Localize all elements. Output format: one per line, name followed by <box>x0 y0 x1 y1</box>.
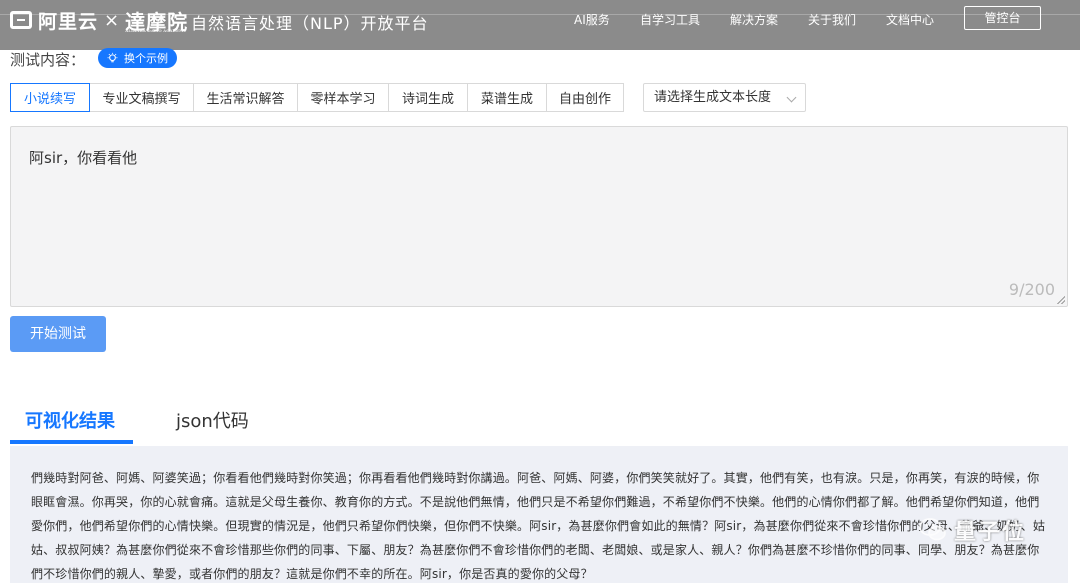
tab-recipe[interactable]: 菜谱生成 <box>467 83 547 112</box>
tab-life-qa[interactable]: 生活常识解答 <box>193 83 298 112</box>
logo[interactable]: 阿里云 × 達摩院 ALIBABA DAMO ACADEMY <box>10 6 188 35</box>
platform-title: 自然语言处理（NLP）开放平台 <box>191 14 429 33</box>
char-counter: 9/200 <box>1008 280 1055 299</box>
change-example-label: 换个示例 <box>124 52 168 65</box>
watermark: 量子位 <box>918 510 1048 550</box>
nav-ai-services[interactable]: AI服务 <box>574 11 610 28</box>
tab-zero-shot[interactable]: 零样本学习 <box>297 83 389 112</box>
brand-times: × <box>104 9 120 31</box>
top-header: 阿里云 × 達摩院 ALIBABA DAMO ACADEMY 自然语言处理（NL… <box>0 0 1080 50</box>
tab-free-creation[interactable]: 自由创作 <box>546 83 624 112</box>
text-length-placeholder: 请选择生成文本长度 <box>654 90 772 105</box>
test-content-label: 测试内容： <box>10 51 86 69</box>
watermark-text: 量子位 <box>954 520 1027 545</box>
console-button[interactable]: 管控台 <box>964 6 1041 30</box>
resize-handle-icon[interactable] <box>1057 296 1065 304</box>
lightbulb-icon <box>107 52 118 62</box>
start-test-button[interactable]: 开始测试 <box>10 316 106 352</box>
text-length-select[interactable]: 请选择生成文本长度 <box>643 83 806 112</box>
generated-text: 們幾時對阿爸、阿媽、阿婆笑過；你看看他們幾時對你笑過；你再看看他們幾時對你講過。… <box>31 471 1046 581</box>
nav-self-learning-tools[interactable]: 自学习工具 <box>640 11 700 28</box>
tab-poetry[interactable]: 诗词生成 <box>388 83 468 112</box>
input-text: 阿sir，你看看他 <box>29 149 138 167</box>
partner-subtitle: ALIBABA DAMO ACADEMY <box>125 27 187 33</box>
brand-name: 阿里云 <box>38 10 99 33</box>
partner-name: 達摩院 ALIBABA DAMO ACADEMY <box>125 6 188 35</box>
active-tab-indicator <box>10 440 133 444</box>
nav-docs[interactable]: 文档中心 <box>886 11 934 28</box>
result-panel: 們幾時對阿爸、阿媽、阿婆笑過；你看看他們幾時對你笑過；你再看看他們幾時對你講過。… <box>10 446 1068 583</box>
nav-solutions[interactable]: 解决方案 <box>730 11 778 28</box>
tab-json-code[interactable]: json代码 <box>176 407 249 433</box>
change-example-button[interactable]: 换个示例 <box>98 48 177 68</box>
input-textarea[interactable]: 阿sir，你看看他 9/200 <box>10 126 1068 307</box>
aliyun-logo-icon <box>10 11 32 29</box>
chevron-down-icon <box>786 92 797 103</box>
tab-professional-writing[interactable]: 专业文稿撰写 <box>89 83 194 112</box>
task-tabs: 小说续写 专业文稿撰写 生活常识解答 零样本学习 诗词生成 菜谱生成 自由创作 <box>10 83 624 112</box>
nav-about-us[interactable]: 关于我们 <box>808 11 856 28</box>
tab-visual-result[interactable]: 可视化结果 <box>25 407 115 433</box>
tab-novel-continuation[interactable]: 小说续写 <box>10 83 90 112</box>
wechat-icon <box>919 518 946 541</box>
